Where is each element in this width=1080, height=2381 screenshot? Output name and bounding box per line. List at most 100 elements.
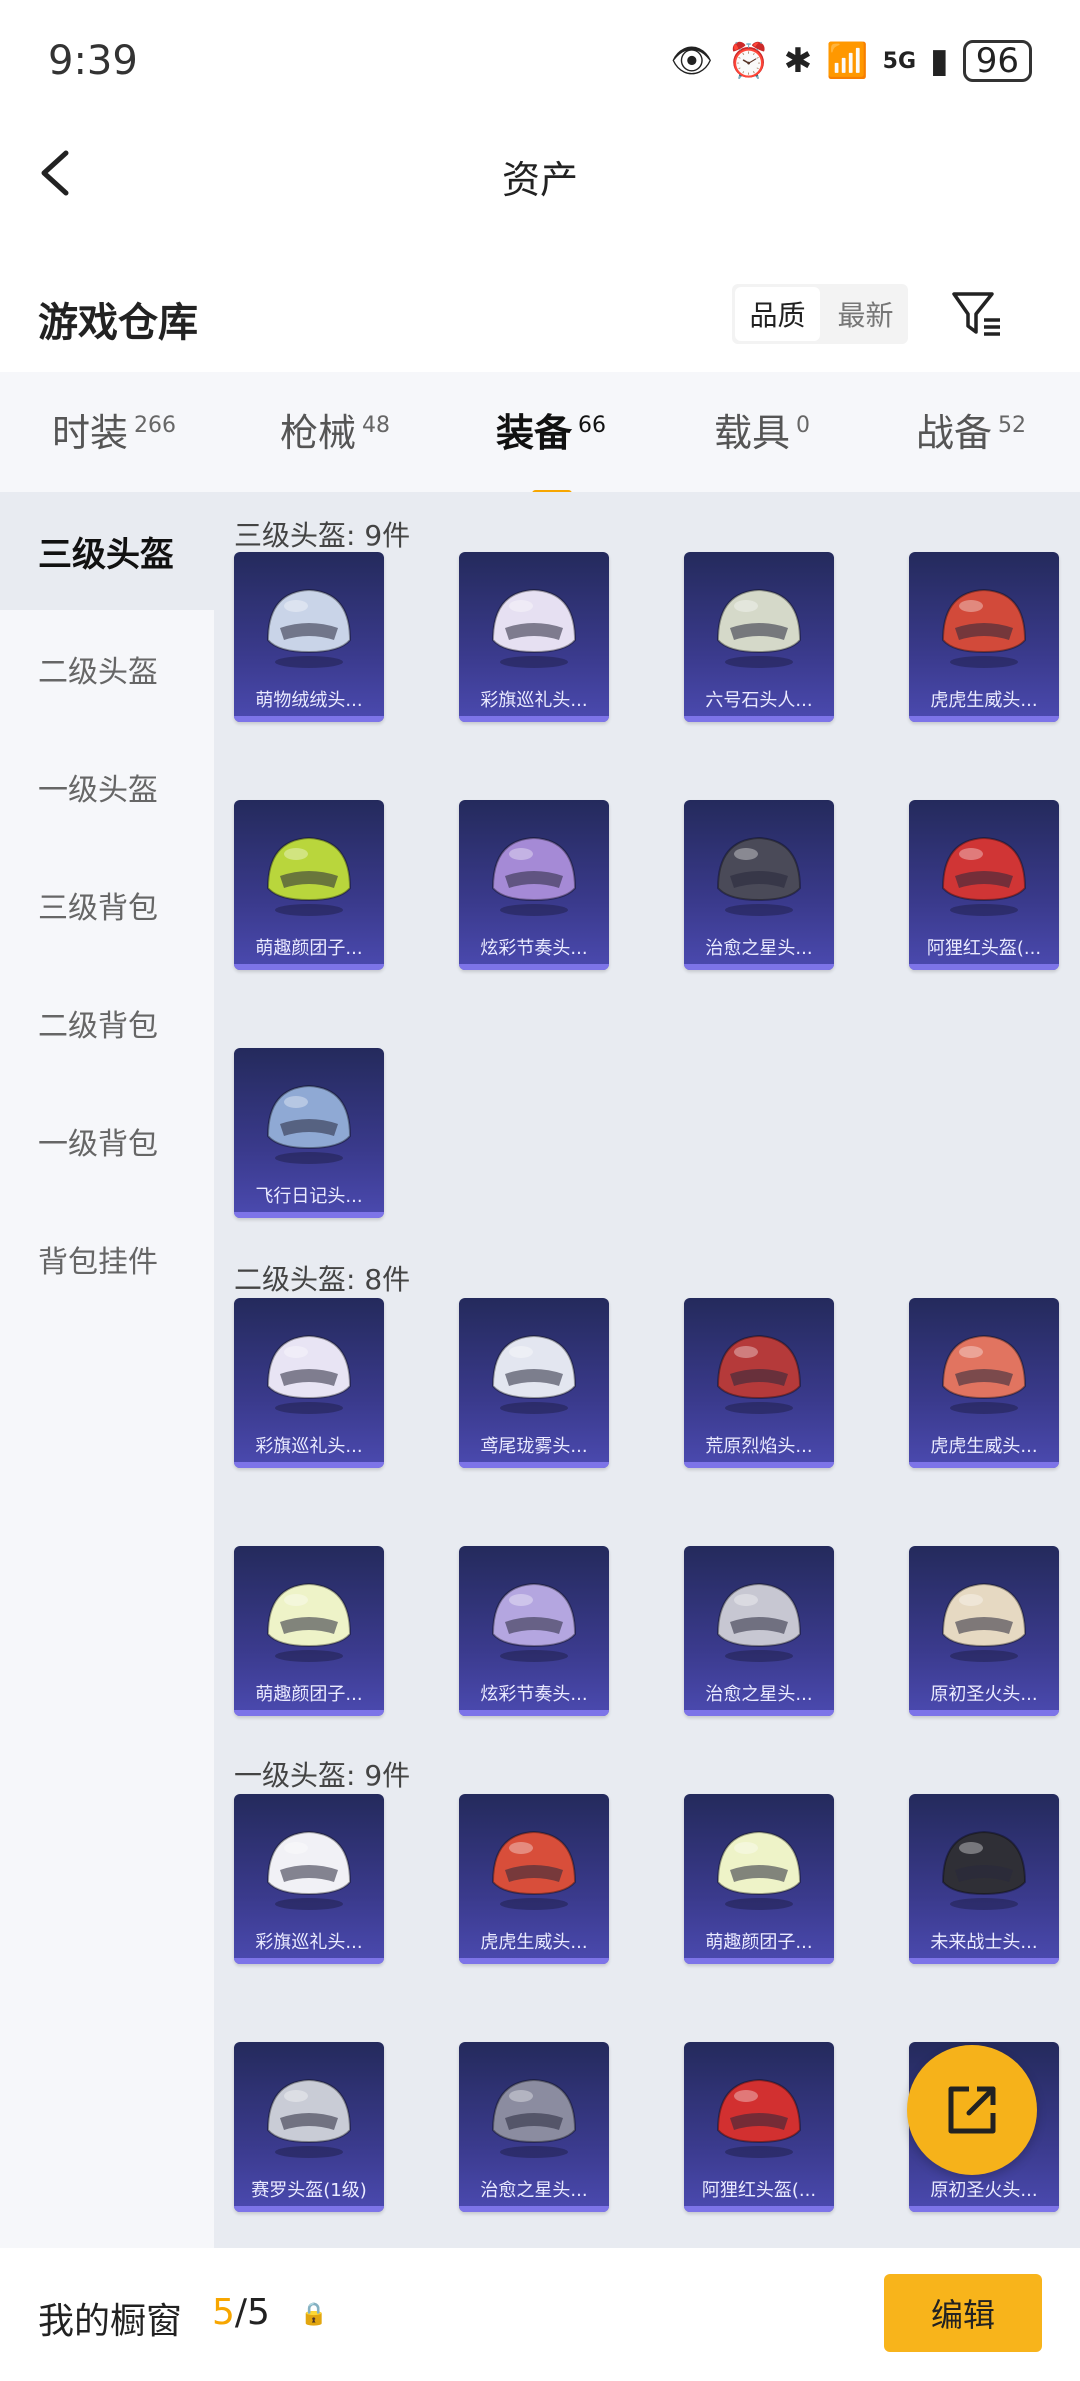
item-card[interactable]: 虎虎生威头... [909, 552, 1059, 722]
item-card[interactable]: 虎虎生威头... [459, 1794, 609, 1964]
card-rarity-bar [684, 2206, 834, 2212]
card-rarity-bar [234, 2206, 384, 2212]
card-rarity-bar [234, 1462, 384, 1468]
tab-fashion[interactable]: 时装 266 [52, 402, 176, 457]
helmet-icon [266, 1830, 352, 1910]
item-name: 原初圣火头... [930, 1684, 1038, 1705]
card-rarity-bar [909, 1710, 1059, 1716]
card-rarity-bar [909, 1958, 1059, 1964]
item-name: 赛罗头盔(1级) [251, 2180, 367, 2201]
item-card[interactable]: 治愈之星头... [684, 1546, 834, 1716]
helmet-icon [491, 1334, 577, 1414]
tab-label: 装备 [496, 411, 573, 455]
item-name: 彩旗巡礼头... [480, 690, 588, 711]
helmet-icon [941, 588, 1027, 668]
sort-latest-button[interactable]: 最新 [823, 284, 908, 344]
item-card[interactable]: 彩旗巡礼头... [459, 552, 609, 722]
sidebar-item-backpack-2[interactable]: 二级背包 [0, 964, 214, 1082]
helmet-icon [716, 588, 802, 668]
items-grid: 三级头盔: 9件 二级头盔: 8件 一级头盔: 9件 萌物绒绒头... 彩旗巡礼头… [214, 492, 1080, 2248]
item-card[interactable]: 萌趣颜团子... [234, 1546, 384, 1716]
lock-icon: 🔒 [300, 2302, 328, 2327]
bluetooth-icon: ✱ [783, 41, 813, 81]
item-name: 虎虎生威头... [930, 1436, 1038, 1457]
wifi-icon: 📶 [826, 41, 869, 81]
category-tabs: 时装 266 枪械 48 装备 66 载具 0 战备 52 [0, 372, 1080, 497]
sidebar-item-backpack-1[interactable]: 一级背包 [0, 1082, 214, 1200]
sidebar-item-backpack-3[interactable]: 三级背包 [0, 846, 214, 964]
battery-indicator: 96 [962, 40, 1032, 82]
helmet-icon [941, 1334, 1027, 1414]
share-button[interactable] [907, 2045, 1037, 2175]
card-rarity-bar [909, 2206, 1059, 2212]
item-name: 虎虎生威头... [480, 1932, 588, 1953]
item-name: 原初圣火头... [930, 2180, 1038, 2201]
card-rarity-bar [459, 1958, 609, 1964]
helmet-icon [266, 2078, 352, 2158]
helmet-icon [716, 2078, 802, 2158]
item-name: 飞行日记头... [255, 1186, 363, 1207]
item-card[interactable]: 原初圣火头... [909, 1546, 1059, 1716]
item-card[interactable]: 彩旗巡礼头... [234, 1298, 384, 1468]
card-rarity-bar [684, 716, 834, 722]
item-name: 萌趣颜团子... [255, 1684, 363, 1705]
card-rarity-bar [234, 1958, 384, 1964]
card-rarity-bar [459, 1710, 609, 1716]
helmet-icon [266, 1582, 352, 1662]
item-card[interactable]: 萌物绒绒头... [234, 552, 384, 722]
tab-guns[interactable]: 枪械 48 [280, 402, 390, 457]
showcase-count: 5/5 [212, 2292, 270, 2333]
showcase-count-used: 5 [212, 2292, 235, 2333]
item-card[interactable]: 彩旗巡礼头... [234, 1794, 384, 1964]
showcase-count-total: 5 [247, 2292, 270, 2333]
item-card[interactable]: 治愈之星头... [684, 800, 834, 970]
tab-label: 载具 [714, 411, 791, 455]
card-rarity-bar [459, 716, 609, 722]
item-card[interactable]: 赛罗头盔(1级) [234, 2042, 384, 2212]
sidebar-item-helmet-1[interactable]: 一级头盔 [0, 728, 214, 846]
tab-equipment[interactable]: 装备 66 [496, 402, 607, 497]
item-card[interactable]: 鸢尾珑雾头... [459, 1298, 609, 1468]
signal-icon: ▮ [930, 41, 949, 81]
warehouse-header: 游戏仓库 品质 最新 [0, 270, 1080, 370]
item-card[interactable]: 阿狸红头盔(... [684, 2042, 834, 2212]
item-card[interactable]: 阿狸红头盔(... [909, 800, 1059, 970]
item-card[interactable]: 飞行日记头... [234, 1048, 384, 1218]
card-rarity-bar [684, 964, 834, 970]
item-name: 虎虎生威头... [930, 690, 1038, 711]
item-name: 萌趣颜团子... [705, 1932, 813, 1953]
helmet-icon [491, 1830, 577, 1910]
item-card[interactable]: 荒原烈焰头... [684, 1298, 834, 1468]
alarm-icon: ⏰ [727, 41, 770, 81]
sidebar-item-backpack-charm[interactable]: 背包挂件 [0, 1200, 214, 1318]
item-card[interactable]: 六号石头人... [684, 552, 834, 722]
helmet-icon [716, 1830, 802, 1910]
tab-count: 66 [578, 413, 607, 439]
item-card[interactable]: 炫彩节奏头... [459, 1546, 609, 1716]
sort-quality-button[interactable]: 品质 [735, 287, 820, 341]
group-title: 一级头盔: 9件 [234, 1759, 411, 1792]
item-card[interactable]: 治愈之星头... [459, 2042, 609, 2212]
tab-count: 48 [362, 413, 391, 439]
card-rarity-bar [234, 1710, 384, 1716]
item-card[interactable]: 萌趣颜团子... [684, 1794, 834, 1964]
item-card[interactable]: 未来战士头... [909, 1794, 1059, 1964]
tab-supplies[interactable]: 战备 52 [916, 402, 1026, 457]
helmet-icon [716, 1334, 802, 1414]
helmet-icon [491, 1582, 577, 1662]
item-name: 萌物绒绒头... [255, 690, 363, 711]
item-name: 彩旗巡礼头... [255, 1436, 363, 1457]
helmet-icon [491, 2078, 577, 2158]
item-card[interactable]: 虎虎生威头... [909, 1298, 1059, 1468]
edit-button[interactable]: 编辑 [884, 2274, 1042, 2352]
helmet-icon [266, 588, 352, 668]
item-card[interactable]: 炫彩节奏头... [459, 800, 609, 970]
status-time: 9:39 [48, 38, 138, 84]
sidebar-item-helmet-2[interactable]: 二级头盔 [0, 610, 214, 728]
item-name: 治愈之星头... [705, 1684, 813, 1705]
filter-icon[interactable] [948, 286, 1004, 342]
sidebar-item-helmet-3[interactable]: 三级头盔 [0, 492, 214, 610]
tab-vehicles[interactable]: 载具 0 [714, 402, 810, 457]
item-card[interactable]: 萌趣颜团子... [234, 800, 384, 970]
tab-count: 52 [998, 413, 1027, 439]
